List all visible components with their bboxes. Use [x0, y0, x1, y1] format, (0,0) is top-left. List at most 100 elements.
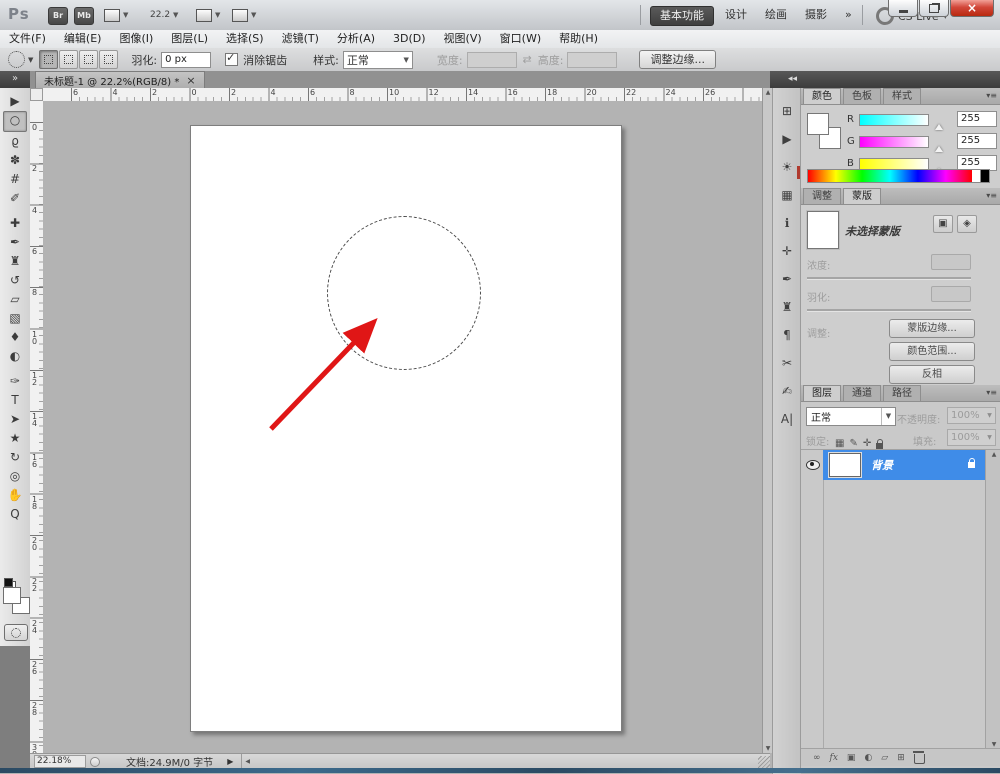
- fill-value[interactable]: 100%: [947, 429, 987, 446]
- windows-taskbar-sliver[interactable]: [0, 768, 1000, 773]
- layer-visibility-eye-icon[interactable]: [806, 460, 820, 470]
- resize-grip[interactable]: [758, 756, 770, 768]
- dock-collapse-button[interactable]: ◂◂: [770, 71, 1000, 88]
- layers-scrollbar[interactable]: ▲ ▼: [985, 449, 1000, 749]
- tab-paths[interactable]: 路径: [883, 385, 921, 401]
- media-panel-icon[interactable]: ▶: [776, 129, 798, 150]
- hand-tool[interactable]: ✋: [4, 486, 26, 505]
- 3d-rotate-tool[interactable]: ↻: [4, 448, 26, 467]
- add-layer-mask-icon[interactable]: ▣: [847, 753, 856, 763]
- toolbox-collapse-button[interactable]: »: [0, 71, 30, 88]
- launch-bridge-button[interactable]: Br: [48, 7, 68, 25]
- add-vector-mask-button[interactable]: ◈: [957, 215, 977, 233]
- quick-selection-tool[interactable]: ✽: [4, 151, 26, 170]
- minimize-button[interactable]: [888, 0, 918, 17]
- status-zoom-field[interactable]: 22.18%: [34, 755, 86, 768]
- path-selection-tool[interactable]: ➤: [4, 410, 26, 429]
- gradient-tool[interactable]: ▧: [4, 309, 26, 328]
- dodge-tool[interactable]: ◐: [4, 347, 26, 366]
- panel-menu-icon[interactable]: ▾≡: [986, 88, 997, 104]
- new-adjustment-layer-icon[interactable]: ◐: [864, 753, 872, 763]
- tool-presets-panel-icon[interactable]: ✛: [776, 241, 798, 262]
- pen-tool[interactable]: ✑: [4, 372, 26, 391]
- menu-item-1[interactable]: 编辑(E): [55, 30, 111, 48]
- horizontal-ruler[interactable]: 64202468101214161820222426: [43, 88, 762, 102]
- mini-bridge-panel-icon[interactable]: ⊞: [776, 101, 798, 122]
- opacity-caret-icon[interactable]: ▼: [984, 407, 996, 424]
- layer-style-icon[interactable]: fx: [830, 753, 838, 763]
- layer-row-background[interactable]: 背景: [823, 450, 985, 480]
- green-channel-value[interactable]: 255: [957, 133, 997, 149]
- custom-shape-tool[interactable]: ★: [4, 429, 26, 448]
- tab-layers[interactable]: 图层: [803, 385, 841, 401]
- foreground-color-swatch[interactable]: [3, 587, 21, 604]
- zoom-tool[interactable]: Q: [4, 505, 26, 524]
- layer-thumbnail[interactable]: [829, 453, 861, 477]
- selection-mode-intersect-button[interactable]: [99, 50, 118, 69]
- screen-mode-button[interactable]: ▼: [232, 8, 256, 23]
- panel-foreground-swatch[interactable]: [807, 113, 829, 135]
- selection-mode-new-button[interactable]: [39, 50, 58, 69]
- crop-tool[interactable]: #: [4, 170, 26, 189]
- workspace-design-button[interactable]: 设计: [716, 6, 756, 24]
- type-tool[interactable]: T: [4, 391, 26, 410]
- canvas-horizontal-scrollbar[interactable]: ◀: [241, 754, 770, 769]
- document-tab-close-icon[interactable]: ×: [186, 76, 195, 86]
- blend-mode-select[interactable]: 正常 ▼: [806, 407, 896, 426]
- link-layers-icon[interactable]: ∞: [813, 753, 821, 763]
- info-panel-icon[interactable]: ℹ: [776, 213, 798, 234]
- quick-mask-button[interactable]: [4, 624, 28, 641]
- add-pixel-mask-button[interactable]: ▣: [933, 215, 953, 233]
- style-select[interactable]: 正常 ▼: [343, 51, 413, 69]
- spectrum-black-swatch[interactable]: [981, 169, 990, 183]
- tab-masks[interactable]: 蒙版: [843, 188, 881, 204]
- red-channel-value[interactable]: 255: [957, 111, 997, 127]
- menu-item-4[interactable]: 选择(S): [217, 30, 273, 48]
- color-spectrum-ramp[interactable]: [807, 169, 973, 183]
- arrange-documents-button[interactable]: ▼: [196, 8, 220, 23]
- scroll-up-icon[interactable]: ▲: [766, 88, 771, 97]
- menu-item-2[interactable]: 图像(I): [110, 30, 162, 48]
- panel-menu-icon[interactable]: ▾≡: [986, 188, 997, 204]
- character-panel-icon[interactable]: A|: [776, 409, 798, 430]
- menu-item-9[interactable]: 窗口(W): [491, 30, 550, 48]
- new-layer-icon[interactable]: ⊞: [897, 753, 905, 763]
- close-button[interactable]: ×: [950, 0, 994, 17]
- menu-item-3[interactable]: 图层(L): [162, 30, 217, 48]
- 3d-orbit-tool[interactable]: ◎: [4, 467, 26, 486]
- delete-layer-icon[interactable]: [914, 754, 925, 764]
- selection-mode-add-button[interactable]: [59, 50, 78, 69]
- document-tab[interactable]: 未标题-1 @ 22.2%(RGB/8) * ×: [35, 71, 205, 89]
- new-group-icon[interactable]: ▱: [881, 753, 888, 763]
- adjustments-panel-icon[interactable]: ☀: [776, 157, 798, 178]
- actions-panel-icon[interactable]: ✍: [776, 381, 798, 402]
- lock-transparency-icon[interactable]: ▦: [835, 438, 844, 449]
- tab-color[interactable]: 颜色: [803, 88, 841, 104]
- tab-channels[interactable]: 通道: [843, 385, 881, 401]
- panel-menu-icon[interactable]: ▾≡: [986, 385, 997, 401]
- refine-edge-button[interactable]: 调整边缘...: [639, 50, 716, 69]
- workspace-photography-button[interactable]: 摄影: [796, 6, 836, 24]
- pasteboard[interactable]: [43, 101, 762, 753]
- menu-item-0[interactable]: 文件(F): [0, 30, 55, 48]
- ruler-corner[interactable]: [30, 88, 43, 101]
- zoom-level-button[interactable]: 22.2▼: [150, 8, 178, 23]
- green-slider-thumb[interactable]: [935, 146, 943, 152]
- view-extras-button[interactable]: ▼: [104, 8, 128, 23]
- clone-source-panel-icon[interactable]: ♜: [776, 297, 798, 318]
- tools-panel-icon[interactable]: ✂: [776, 353, 798, 374]
- clone-stamp-tool[interactable]: ♜: [4, 252, 26, 271]
- mask-edge-button[interactable]: 蒙版边缘...: [889, 319, 975, 338]
- green-channel-slider[interactable]: [859, 136, 929, 148]
- color-range-button[interactable]: 颜色范围...: [889, 342, 975, 361]
- menu-item-6[interactable]: 分析(A): [328, 30, 384, 48]
- brush-panel-icon[interactable]: ✒: [776, 269, 798, 290]
- workspace-overflow-button[interactable]: »: [836, 6, 861, 24]
- brush-tool[interactable]: ✒: [4, 233, 26, 252]
- spectrum-white-swatch[interactable]: [972, 169, 981, 183]
- vertical-ruler[interactable]: 024681 01 21 41 61 82 02 22 42 62 83 0: [30, 101, 44, 753]
- lasso-tool[interactable]: ϱ: [4, 132, 26, 151]
- feather-input[interactable]: [161, 52, 211, 68]
- tab-swatches[interactable]: 色板: [843, 88, 881, 104]
- red-channel-slider[interactable]: [859, 114, 929, 126]
